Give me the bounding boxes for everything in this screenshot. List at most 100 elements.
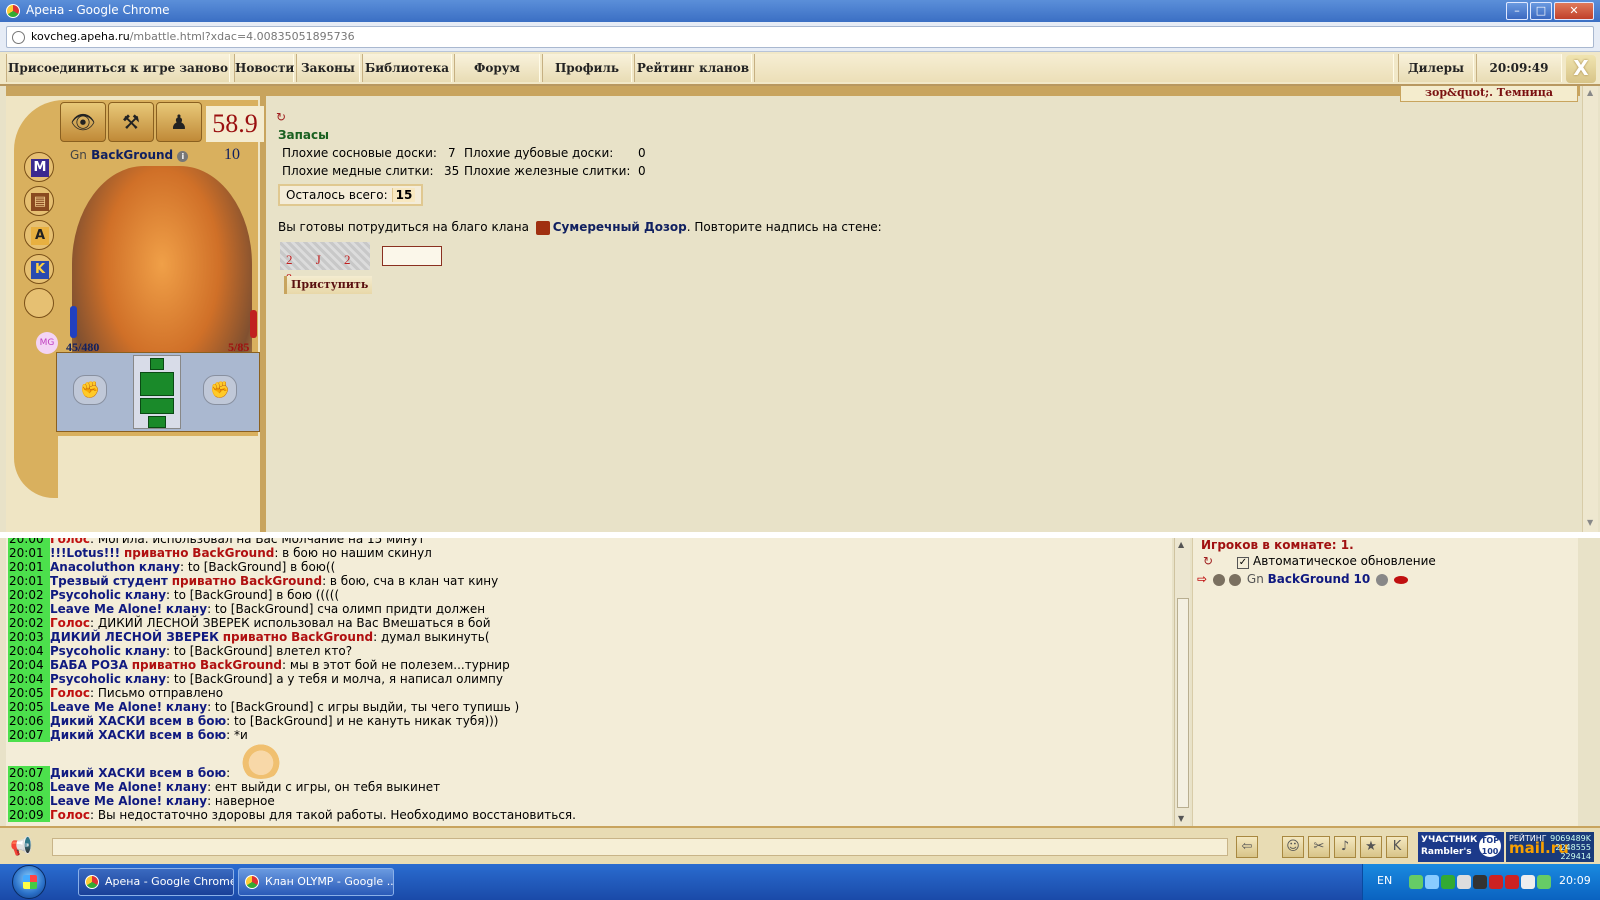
- chat-sender[interactable]: Psycoholic: [50, 588, 121, 602]
- auto-update-label: Автоматическое обновление: [1253, 554, 1436, 568]
- chat-recipient[interactable]: BackGround: [291, 630, 373, 644]
- nav-laws[interactable]: Законы: [296, 54, 360, 82]
- right-fist-icon[interactable]: ✊: [203, 375, 237, 405]
- chat-sender[interactable]: Leave Me Alone!: [50, 780, 162, 794]
- auto-update-checkbox[interactable]: ✓: [1237, 557, 1249, 569]
- chat-sender[interactable]: Leave Me Alone!: [50, 602, 162, 616]
- info-icon[interactable]: i: [177, 151, 189, 162]
- tray-icon[interactable]: [1425, 875, 1439, 889]
- scroll-up-icon[interactable]: ▲: [1587, 88, 1593, 97]
- rune-k-icon[interactable]: K: [24, 254, 54, 284]
- minimize-button[interactable]: –: [1506, 2, 1528, 20]
- room-refresh-icon[interactable]: ↻: [1203, 554, 1213, 568]
- start-button[interactable]: [12, 865, 46, 899]
- hp-bar: [70, 306, 77, 338]
- nav-profile[interactable]: Профиль: [542, 54, 632, 82]
- auto-update-row[interactable]: ↻ ✓ Автоматическое обновление: [1203, 554, 1436, 569]
- chat-scroll-thumb[interactable]: [1177, 598, 1189, 808]
- chat-text: : ДИКИЙ ЛЕСНОЙ ЗВЕРЕК использовал на Вас…: [90, 616, 491, 630]
- back-arrow-icon[interactable]: ⇦: [1236, 836, 1258, 858]
- refresh-icon[interactable]: ↻: [276, 110, 296, 126]
- figure-icon[interactable]: ♟: [156, 102, 202, 142]
- chat-sender[interactable]: Дикий ХАСКИ: [50, 766, 145, 780]
- game-close-button[interactable]: X: [1566, 55, 1596, 83]
- chat-sender[interactable]: Psycoholic: [50, 672, 121, 686]
- star-icon[interactable]: ★: [1360, 836, 1382, 858]
- total-label: Осталось всего:: [286, 188, 388, 202]
- clan-name[interactable]: Сумеречный Дозор: [553, 220, 687, 234]
- lips-icon[interactable]: [1394, 575, 1409, 584]
- resource-label: Плохие медные слитки:: [282, 164, 434, 178]
- chat-recipient[interactable]: BackGround: [240, 574, 322, 588]
- chat-channel: клану: [138, 560, 180, 574]
- nav-news[interactable]: Новости: [234, 54, 294, 82]
- player-name[interactable]: BackGround: [1268, 572, 1350, 586]
- window-close-button[interactable]: ✕: [1554, 2, 1594, 20]
- chat-scrollbar[interactable]: ▲ ▼: [1174, 538, 1190, 826]
- chat-sender[interactable]: Трезвый студент: [50, 574, 168, 588]
- room-player-row[interactable]: ⇨ Gn BackGround 10: [1197, 572, 1409, 586]
- character-name[interactable]: Gn BackGround i: [70, 148, 189, 162]
- left-fist-icon[interactable]: ✊: [73, 375, 107, 405]
- chat-recipient[interactable]: BackGround: [192, 546, 274, 560]
- chat-message: 20:05 Голос: Письмо отправлено: [8, 686, 223, 700]
- tray-icon[interactable]: [1473, 875, 1487, 889]
- mailru-counter[interactable]: РЕЙТИНГ mail.ru 9069489K 2248555 229414: [1506, 832, 1594, 862]
- chat-sender[interactable]: !!!Lotus!!!: [50, 546, 120, 560]
- content-scrollbar[interactable]: ▲ ▼: [1582, 86, 1598, 532]
- maximize-button[interactable]: □: [1530, 2, 1552, 20]
- tray-icon[interactable]: [1441, 875, 1455, 889]
- rambler-counter[interactable]: УЧАСТНИК Rambler's TOP 100: [1418, 832, 1504, 862]
- chat-input[interactable]: [52, 838, 1228, 856]
- chat-sender[interactable]: ДИКИЙ ЛЕСНОЙ ЗВЕРЕК: [50, 630, 219, 644]
- chat-sender[interactable]: Psycoholic: [50, 644, 121, 658]
- mg-icon[interactable]: MG: [36, 332, 58, 354]
- armor-slots[interactable]: [133, 355, 181, 429]
- chat-time: 20:04: [8, 644, 50, 658]
- k-icon[interactable]: K: [1386, 836, 1408, 858]
- tray-icon[interactable]: [1537, 875, 1551, 889]
- mute-icon[interactable]: ♪: [1334, 836, 1356, 858]
- chat-sender[interactable]: БАБА РОЗА: [50, 658, 128, 672]
- empty-slot-icon[interactable]: [24, 288, 54, 318]
- chat-scroll-down-icon[interactable]: ▼: [1178, 814, 1184, 823]
- chat-sender[interactable]: Дикий ХАСКИ: [50, 714, 145, 728]
- book-icon[interactable]: ▤: [24, 186, 54, 216]
- url-field[interactable]: kovcheg.apeha.ru/mbattle.html?xdac=4.008…: [6, 26, 1594, 48]
- rune-a-icon[interactable]: A: [24, 220, 54, 250]
- tray-icon[interactable]: [1409, 875, 1423, 889]
- captcha-input[interactable]: [382, 246, 442, 266]
- tools-icon[interactable]: ⚒: [108, 102, 154, 142]
- tray-icon[interactable]: [1457, 875, 1471, 889]
- chat-time: 20:02: [8, 602, 50, 616]
- chat-message: 20:01 Трезвый студент приватно BackGround…: [8, 574, 498, 588]
- chat-sender[interactable]: Leave Me Alone!: [50, 700, 162, 714]
- nav-dealers[interactable]: Дилеры: [1398, 54, 1474, 82]
- language-indicator[interactable]: EN: [1377, 874, 1392, 887]
- chat-time: 20:04: [8, 658, 50, 672]
- chat-text: : наверное: [207, 794, 275, 808]
- eye-icon[interactable]: 👁: [60, 102, 106, 142]
- taskbar-item[interactable]: Клан OLYMP - Google ...: [238, 868, 394, 896]
- rune-m-icon[interactable]: M: [24, 152, 54, 182]
- tray-icon[interactable]: [1505, 875, 1519, 889]
- nav-rejoin[interactable]: Присоединиться к игре заново: [6, 54, 230, 82]
- scissors-icon[interactable]: ✂: [1308, 836, 1330, 858]
- start-work-button[interactable]: Приступить: [284, 276, 373, 294]
- chat-recipient[interactable]: BackGround: [200, 658, 282, 672]
- chat-sender[interactable]: Leave Me Alone!: [50, 794, 162, 808]
- nav-spacer: [754, 54, 1394, 82]
- nav-forum[interactable]: Форум: [454, 54, 540, 82]
- megaphone-icon[interactable]: 📢: [10, 836, 40, 858]
- chat-scroll-up-icon[interactable]: ▲: [1178, 540, 1184, 549]
- tray-icon[interactable]: [1521, 875, 1535, 889]
- chat-sender[interactable]: Дикий ХАСКИ: [50, 728, 145, 742]
- nav-library[interactable]: Библиотека: [362, 54, 452, 82]
- nav-clan-rating[interactable]: Рейтинг кланов: [634, 54, 752, 82]
- tray-icon[interactable]: [1489, 875, 1503, 889]
- taskbar-item[interactable]: Арена - Google Chrome: [78, 868, 234, 896]
- smiley-icon[interactable]: ☺: [1282, 836, 1304, 858]
- chat-sender[interactable]: Anacoluthon: [50, 560, 135, 574]
- info-icon[interactable]: [1376, 573, 1389, 586]
- scroll-down-icon[interactable]: ▼: [1587, 518, 1593, 527]
